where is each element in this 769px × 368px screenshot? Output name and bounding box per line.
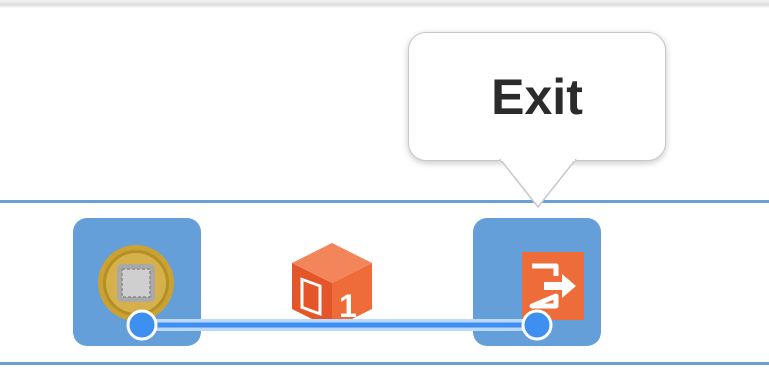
coin-token-icon (98, 245, 174, 321)
exit-door-icon (522, 252, 584, 320)
lane-bottom-rule (0, 362, 769, 365)
cube-number: 1 (339, 288, 357, 324)
start-tile[interactable] (73, 218, 201, 346)
numbered-cube-icon[interactable]: 1 (290, 241, 374, 331)
tooltip-label: Exit (491, 69, 583, 125)
tooltip-pointer (499, 159, 577, 209)
exit-tooltip: Exit (408, 32, 666, 161)
top-border (0, 0, 769, 8)
lane-top-rule (0, 200, 769, 203)
game-board: Exit 1 (0, 0, 769, 368)
